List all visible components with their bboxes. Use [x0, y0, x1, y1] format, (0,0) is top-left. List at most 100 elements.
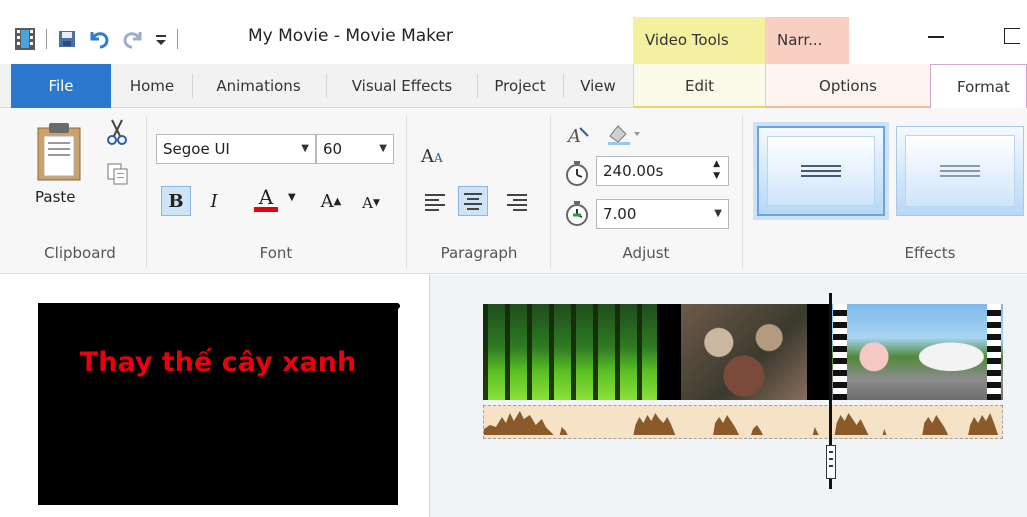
effect-tile-preview: [905, 135, 1015, 207]
grow-font-button[interactable]: A ▲: [316, 186, 346, 216]
playhead-handle[interactable]: [826, 445, 836, 479]
quick-access-toolbar: [14, 24, 178, 54]
start-time-clock-icon: [566, 201, 588, 226]
tab-divider: [563, 74, 564, 98]
group-separator: [742, 116, 743, 268]
filmstrip-edge: [987, 304, 1001, 400]
tab-animations[interactable]: Animations: [196, 64, 321, 108]
adjust-group-label: Adjust: [622, 244, 670, 262]
tab-divider: [326, 74, 327, 98]
font-family-select[interactable]: Segoe UI ▼: [156, 134, 316, 164]
tab-divider: [477, 74, 478, 98]
cut-icon[interactable]: [106, 118, 128, 146]
clip-anime-thumbnail[interactable]: [831, 304, 1003, 400]
tab-file[interactable]: File: [11, 64, 111, 108]
tab-home[interactable]: Home: [117, 64, 187, 108]
preview-caption-text: Thay thế cây xanh: [79, 347, 357, 378]
shrink-arrow-icon: ▼: [372, 198, 380, 208]
filmstrip-edge: [833, 304, 847, 400]
align-center-button[interactable]: [458, 186, 488, 216]
shrink-font-button[interactable]: A ▼: [356, 188, 386, 218]
tab-view[interactable]: View: [565, 64, 631, 108]
bold-button[interactable]: B: [161, 186, 191, 216]
svg-text:A: A: [420, 146, 435, 166]
group-separator: [146, 116, 147, 268]
font-size-value: 60: [323, 140, 343, 158]
effects-group-label: Effects: [904, 244, 956, 262]
minimize-button[interactable]: [928, 36, 944, 38]
movie-maker-window: My Movie - Movie Maker Video Tools Narr.…: [0, 0, 1027, 517]
font-size-select[interactable]: 60 ▼: [316, 134, 394, 164]
effect-tile-none[interactable]: [753, 122, 889, 220]
shrink-font-glyph: A: [362, 194, 373, 212]
workspace: Thay thế cây xanh: [0, 275, 1027, 517]
audio-waveform-track[interactable]: [483, 405, 1003, 439]
preview-pane: Thay thế cây xanh: [0, 275, 430, 517]
tab-divider: [192, 74, 193, 98]
copy-icon[interactable]: [106, 162, 130, 186]
customize-qat-icon[interactable]: [155, 32, 167, 46]
font-group-label: Font: [259, 244, 293, 262]
tab-visual-effects[interactable]: Visual Effects: [330, 64, 474, 108]
clip-crowd-thumbnail[interactable]: [681, 304, 807, 400]
font-color-glyph: A: [258, 184, 274, 209]
chevron-down-icon[interactable]: ▼: [288, 192, 296, 203]
clipboard-group-label: Clipboard: [44, 244, 116, 262]
grow-font-glyph: A: [320, 190, 334, 212]
font-color-swatch: [254, 206, 278, 212]
grow-arrow-icon: ▲: [333, 195, 342, 207]
chevron-down-icon: ▼: [301, 143, 309, 154]
group-separator: [550, 116, 551, 268]
align-center-icon: [464, 193, 482, 210]
duration-spinner[interactable]: 240.00s ▲ ▼: [596, 156, 729, 186]
text-effect-icon[interactable]: A: [566, 124, 592, 146]
background-color-icon[interactable]: [604, 122, 642, 146]
video-tools-context-label: Video Tools: [633, 17, 765, 64]
align-right-icon[interactable]: [504, 190, 530, 214]
group-separator: [406, 116, 407, 268]
movie-maker-app-icon[interactable]: [14, 27, 36, 51]
effect-tile-style[interactable]: [896, 126, 1024, 216]
spinner-arrows-icon[interactable]: ▲ ▼: [713, 158, 720, 182]
paste-icon[interactable]: [34, 120, 84, 182]
qat-separator: [177, 29, 178, 49]
clip-black[interactable]: [807, 304, 831, 400]
preview-monitor[interactable]: Thay thế cây xanh: [38, 303, 398, 505]
clip-forest-thumbnail[interactable]: [483, 304, 657, 400]
save-icon[interactable]: [57, 29, 77, 49]
effect-tile-preview: [767, 136, 875, 206]
storyboard-timeline: [431, 275, 1027, 517]
duration-clock-icon: [566, 161, 588, 186]
window-title: My Movie - Movie Maker: [248, 26, 453, 46]
qat-separator: [46, 29, 47, 49]
duration-value: 240.00s: [603, 162, 664, 180]
ribbon-panel: Paste Clipboard Segoe UI ▼ 60 ▼ B I A ▼ …: [0, 108, 1027, 274]
italic-button[interactable]: I: [199, 186, 229, 216]
redo-icon[interactable]: [121, 28, 145, 50]
tab-options[interactable]: Options: [765, 64, 930, 108]
title-bar: My Movie - Movie Maker Video Tools Narr.…: [0, 0, 1027, 64]
start-time-value: 7.00: [603, 205, 637, 223]
text-size-icon[interactable]: A A: [420, 142, 450, 166]
align-left-icon[interactable]: [422, 190, 448, 214]
effect-text-lines-icon: [940, 165, 980, 180]
ribbon-tab-strip: File Home Animations Visual Effects Proj…: [0, 64, 1027, 109]
svg-text:A: A: [566, 126, 581, 146]
paste-button-label[interactable]: Paste: [35, 188, 76, 206]
audio-waveform: [484, 411, 999, 435]
chevron-down-icon: ▼: [379, 143, 387, 154]
maximize-button[interactable]: [1004, 28, 1020, 44]
font-family-value: Segoe UI: [163, 140, 230, 158]
tab-edit[interactable]: Edit: [633, 64, 765, 108]
preview-resize-handle[interactable]: [394, 303, 400, 309]
narration-context-label: Narr...: [765, 17, 849, 64]
tab-format[interactable]: Format: [930, 64, 1027, 109]
effect-text-lines-icon: [801, 165, 841, 180]
clip-caption-black[interactable]: [657, 304, 681, 400]
undo-icon[interactable]: [87, 28, 111, 50]
start-time-select[interactable]: 7.00 ▼: [596, 199, 729, 229]
tab-project[interactable]: Project: [480, 64, 560, 108]
chevron-down-icon: ▼: [714, 208, 722, 219]
paragraph-group-label: Paragraph: [440, 244, 518, 262]
font-color-button[interactable]: A: [246, 184, 286, 214]
